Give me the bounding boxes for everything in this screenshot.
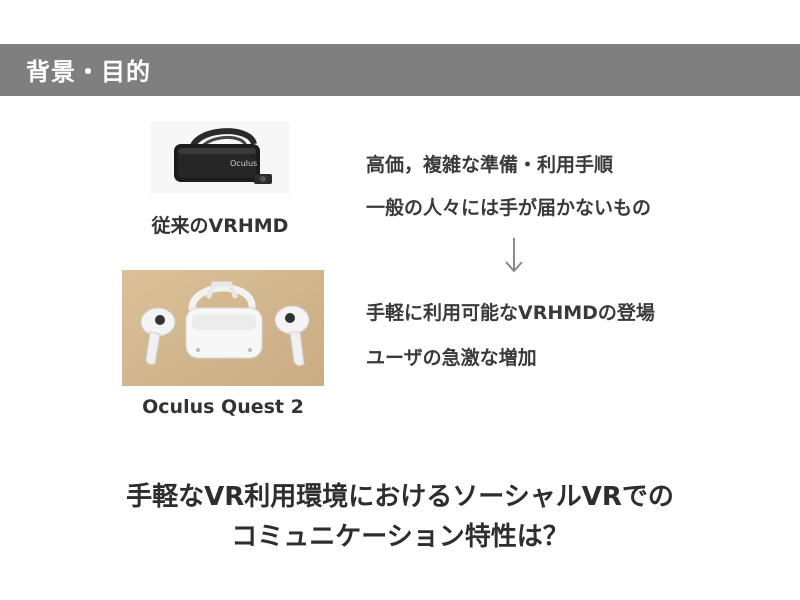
problem-line-2: 一般の人々には手が届かないもの [366, 197, 652, 219]
conclusion-line-1: 手軽なVR利用環境におけるソーシャルVRでの [126, 482, 674, 512]
quest2-image [122, 270, 324, 386]
change-line-1: 手軽に利用可能なVRHMDの登場 [366, 302, 655, 324]
section-title: 背景・目的 [26, 58, 151, 86]
vr-headset-dk2-icon: Oculus [150, 122, 290, 194]
change-line-2: ユーザの急激な増加 [366, 347, 537, 369]
problem-line-1: 高価，複雑な準備・利用手順 [366, 154, 614, 176]
vr-headset-quest2-icon [122, 270, 324, 386]
svg-text:Oculus: Oculus [230, 159, 257, 168]
section-header-bar: 背景・目的 [0, 44, 800, 96]
old-vrhmd-caption: 従来のVRHMD [151, 215, 289, 237]
quest2-caption: Oculus Quest 2 [142, 396, 304, 418]
conclusion-line-2: コミュニケーション特性は？ [231, 522, 569, 552]
old-vrhmd-image: Oculus [150, 122, 290, 194]
down-arrow-icon [505, 238, 523, 273]
